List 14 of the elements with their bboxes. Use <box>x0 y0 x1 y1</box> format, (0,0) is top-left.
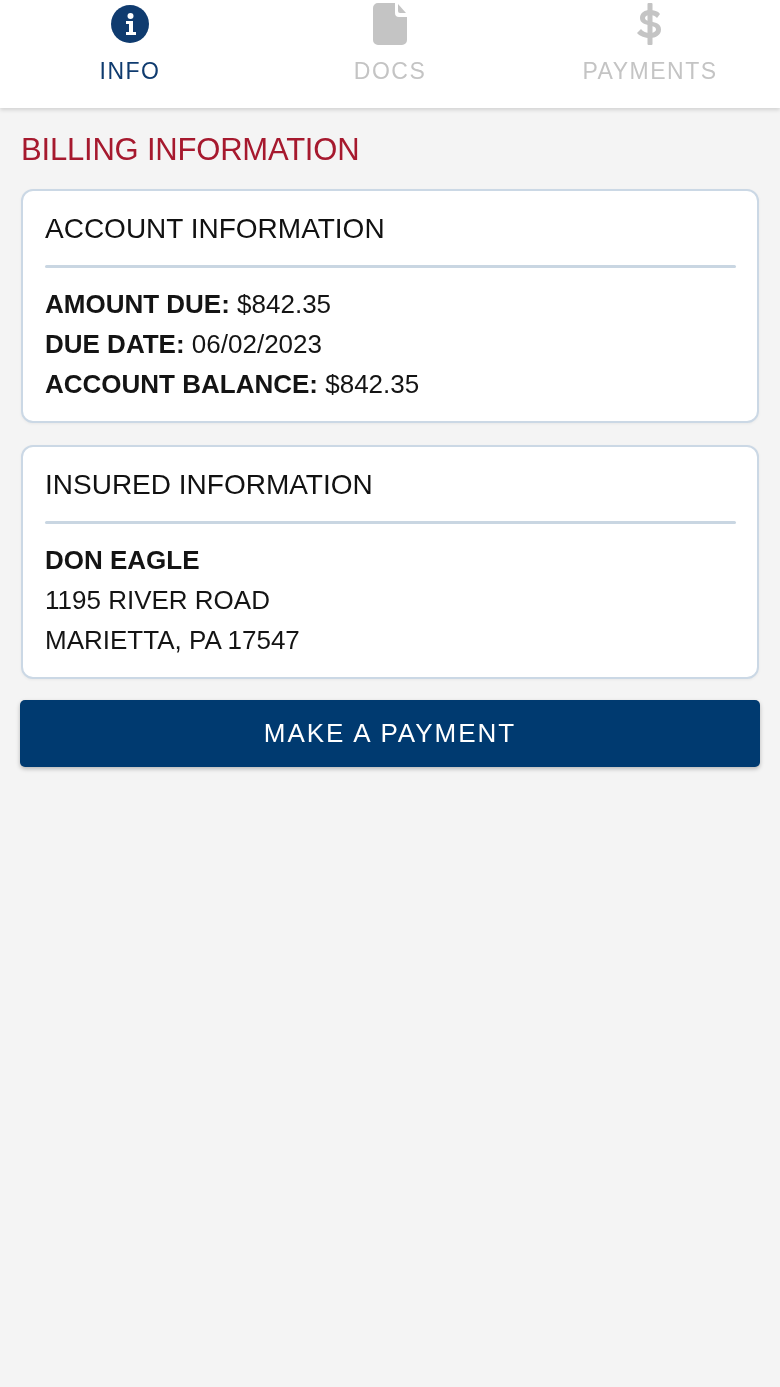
detail-line: AMOUNT DUE: $842.35 <box>45 288 333 321</box>
page-heading: BILLING INFORMATION <box>20 131 361 168</box>
address-line: MARIETTA, PA 17547 <box>45 624 301 657</box>
dollar-icon <box>636 3 664 45</box>
card-title: ACCOUNT INFORMATION <box>45 212 386 246</box>
document-icon <box>373 3 407 45</box>
detail-line: DUE DATE: 06/02/2023 <box>45 328 323 361</box>
card-title: INSURED INFORMATION <box>45 468 374 502</box>
insured-name: DON EAGLE <box>45 544 201 577</box>
tab[interactable]: INFO <box>0 0 260 108</box>
info-icon <box>111 5 149 43</box>
make-payment-button[interactable]: MAKE A PAYMENT <box>20 700 760 767</box>
address-line: 1195 RIVER ROAD <box>45 584 271 617</box>
detail-line: ACCOUNT BALANCE: $842.35 <box>45 368 421 401</box>
